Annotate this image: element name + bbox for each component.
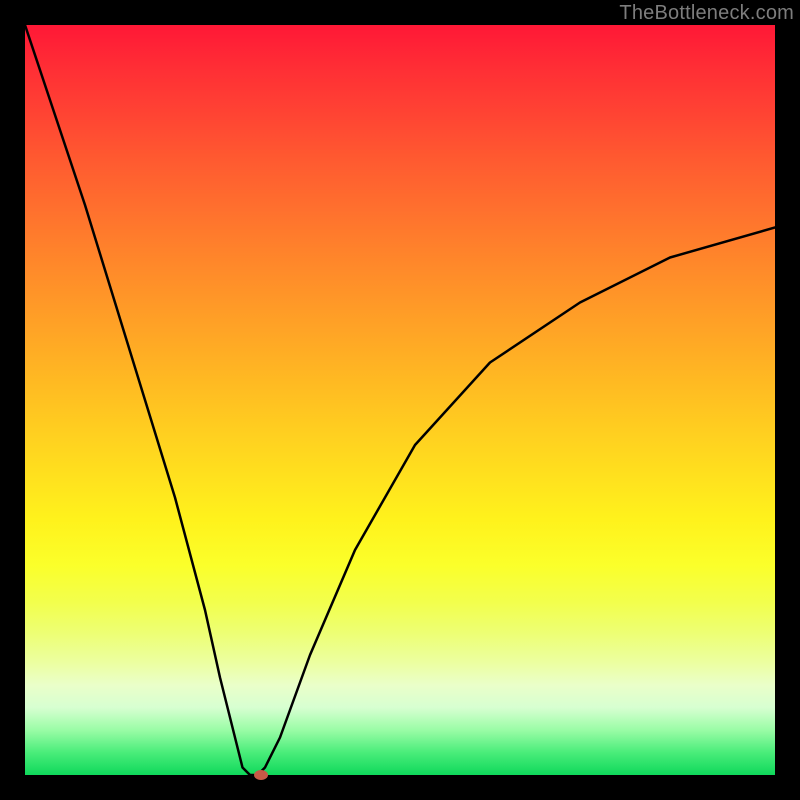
watermark-text: TheBottleneck.com — [619, 2, 794, 25]
optimum-marker — [254, 770, 268, 780]
chart-frame: TheBottleneck.com — [0, 0, 800, 800]
bottleneck-curve — [25, 25, 775, 775]
plot-area — [25, 25, 775, 775]
